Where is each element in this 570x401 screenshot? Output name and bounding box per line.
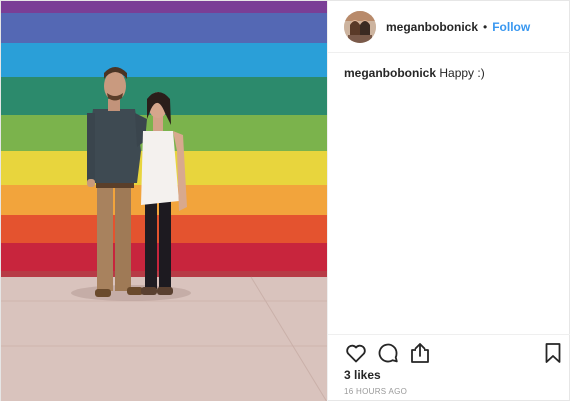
instagram-post: meganbobonick • Follow meganbobonick Hap… <box>0 0 570 401</box>
post-timestamp[interactable]: 16 HOURS AGO <box>344 387 407 396</box>
post-photo[interactable] <box>1 1 327 401</box>
post-sidebar: meganbobonick • Follow meganbobonick Hap… <box>327 1 570 401</box>
avatar[interactable] <box>344 10 376 43</box>
heart-icon <box>346 344 366 363</box>
bookmark-icon <box>545 343 561 363</box>
caption-text: Happy :) <box>439 66 485 80</box>
post-header: meganbobonick • Follow <box>328 1 570 53</box>
avatar-image <box>344 10 376 43</box>
share-icon <box>411 343 429 363</box>
comment-icon <box>378 343 398 363</box>
follow-button[interactable]: Follow <box>492 20 530 34</box>
share-button[interactable] <box>408 341 432 365</box>
actions-divider <box>328 334 570 335</box>
caption: meganbobonick Happy :) <box>344 65 559 81</box>
action-buttons <box>344 341 556 365</box>
likes-count[interactable]: 3 likes <box>344 368 381 382</box>
separator-dot: • <box>483 19 488 34</box>
like-button[interactable] <box>344 341 368 365</box>
save-button[interactable] <box>541 341 565 365</box>
photo-image <box>1 1 327 401</box>
caption-username[interactable]: meganbobonick <box>344 66 436 80</box>
header-username[interactable]: meganbobonick <box>386 20 478 34</box>
comment-button[interactable] <box>376 341 400 365</box>
